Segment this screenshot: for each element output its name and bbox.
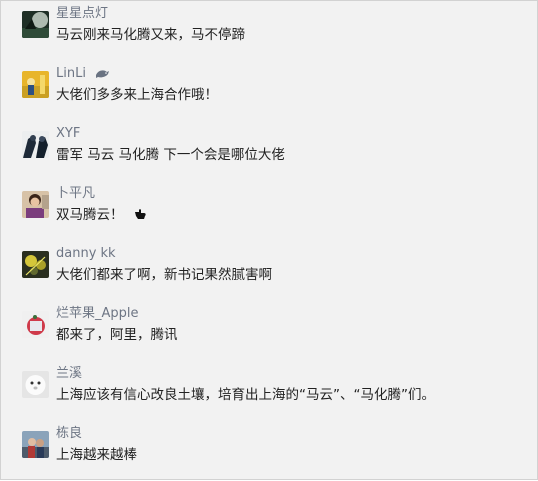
comment-text: 雷军 马云 马化腾 下一个会是哪位大佬 <box>56 147 285 163</box>
comment-text: 上海应该有信心改良土壤，培育出上海的“马云”、“马化腾”们。 <box>56 387 435 403</box>
comment-item: 兰溪 上海应该有信心改良土壤，培育出上海的“马云”、“马化腾”们。 <box>1 361 537 421</box>
avatar[interactable] <box>22 191 49 218</box>
comment-text: 上海越来越棒 <box>56 447 137 463</box>
comment-item: 星星点灯 马云刚来马化腾又来，马不停蹄 <box>1 1 537 61</box>
avatar[interactable] <box>22 431 49 458</box>
avatar[interactable] <box>22 131 49 158</box>
comment-item: danny kk 大佬们都来了啊，新书记果然腻害啊 <box>1 241 537 301</box>
avatar[interactable] <box>22 251 49 278</box>
comment-item: LinLi 大佬们多多来上海合作哦！ <box>1 61 537 121</box>
comment-text: 都来了，阿里，腾讯 <box>56 327 178 343</box>
pointing-hand-icon <box>134 209 146 219</box>
comment-list: 星星点灯 马云刚来马化腾又来，马不停蹄 LinLi 大佬们多多来上海合作哦！ X… <box>0 0 538 480</box>
commenter-name[interactable]: 兰溪 <box>56 366 82 382</box>
commenter-name[interactable]: XYF <box>56 126 80 142</box>
commenter-name[interactable]: danny kk <box>56 246 116 262</box>
commenter-name[interactable]: 栋良 <box>56 426 82 442</box>
avatar[interactable] <box>22 71 49 98</box>
comment-text: 马云刚来马化腾又来，马不停蹄 <box>56 27 245 43</box>
comment-item: 卜平凡 双马腾云！ <box>1 181 537 241</box>
comment-item: XYF 雷军 马云 马化腾 下一个会是哪位大佬 <box>1 121 537 181</box>
comment-text: 大佬们多多来上海合作哦！ <box>56 87 218 103</box>
commenter-name-label: LinLi <box>56 66 86 81</box>
commenter-name[interactable]: LinLi <box>56 66 110 82</box>
comment-item: 烂苹果_Apple 都来了，阿里，腾讯 <box>1 301 537 361</box>
avatar[interactable] <box>22 311 49 338</box>
avatar[interactable] <box>22 11 49 38</box>
commenter-name[interactable]: 烂苹果_Apple <box>56 306 139 322</box>
comment-text: 大佬们都来了啊，新书记果然腻害啊 <box>56 267 272 283</box>
dolphin-icon <box>96 70 110 78</box>
commenter-name[interactable]: 星星点灯 <box>56 6 108 22</box>
comment-item: 栋良 上海越来越棒 <box>1 421 537 481</box>
comment-text-label: 双马腾云！ <box>56 207 124 223</box>
commenter-name[interactable]: 卜平凡 <box>56 186 95 202</box>
comment-text: 双马腾云！ <box>56 206 147 224</box>
avatar[interactable] <box>22 371 49 398</box>
